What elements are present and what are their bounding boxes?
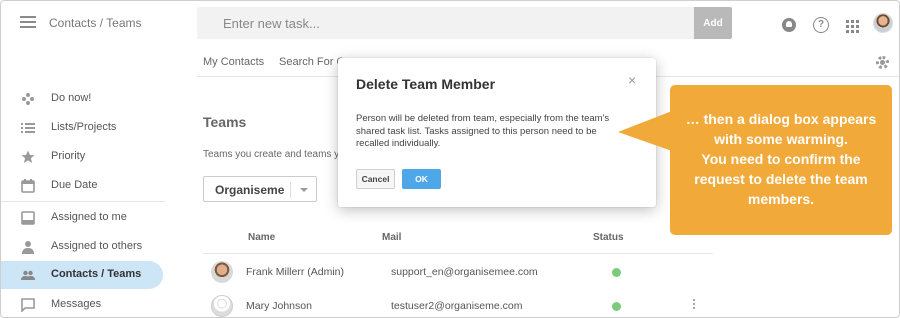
sidebar-item-do-now[interactable]: Do now! [1, 85, 165, 113]
person-icon [22, 241, 34, 254]
menu-icon[interactable] [20, 16, 36, 28]
teams-description: Teams you create and teams y [203, 149, 340, 160]
sidebar-item-label: Lists/Projects [51, 121, 117, 133]
member-avatar [211, 295, 233, 317]
member-name: Mary Johnson [246, 300, 312, 312]
callout-line: with some warming. [714, 131, 848, 147]
select-separator [290, 182, 291, 198]
help-icon[interactable]: ? [813, 17, 829, 33]
dialog-message: Person will be deleted from team, especi… [356, 113, 646, 151]
column-header-name[interactable]: Name [248, 232, 275, 243]
new-task-input[interactable] [197, 7, 694, 39]
sidebar-item-label: Messages [51, 298, 102, 310]
cancel-button[interactable]: Cancel [356, 169, 395, 189]
status-indicator [612, 302, 621, 311]
sidebar-item-assigned-to-me[interactable]: Assigned to me [1, 204, 165, 232]
add-task-button[interactable]: Add [694, 7, 732, 39]
user-avatar[interactable] [873, 13, 893, 33]
app-window: Contacts / Teams Add ? My Contacts Searc… [0, 0, 900, 318]
calendar-icon [21, 179, 35, 193]
callout-line: … then a dialog box appears [685, 111, 877, 127]
sidebar-item-label: Assigned to others [51, 240, 143, 252]
ok-button[interactable]: OK [402, 169, 441, 189]
more-options-icon[interactable] [693, 299, 696, 311]
callout-line: members. [747, 191, 815, 207]
sidebar-item-priority[interactable]: Priority [1, 143, 165, 171]
close-icon[interactable]: × [628, 72, 636, 88]
member-mail: support_en@organisemee.com [391, 266, 538, 278]
sidebar-item-due-date[interactable]: Due Date [1, 172, 165, 200]
people-icon [21, 270, 35, 280]
sidebar-item-label: Do now! [51, 92, 92, 104]
gamepad-icon [22, 93, 34, 105]
sidebar-item-label: Assigned to me [51, 211, 127, 223]
delete-team-member-dialog: Delete Team Member × Person will be dele… [338, 58, 656, 207]
star-icon [21, 150, 35, 163]
member-avatar [211, 261, 233, 283]
teams-heading: Teams [203, 114, 247, 130]
sidebar-item-assigned-to-others[interactable]: Assigned to others [1, 233, 165, 261]
column-header-mail[interactable]: Mail [382, 232, 401, 243]
table-row[interactable]: Frank Millerr (Admin) support_en@organis… [203, 258, 713, 286]
sidebar-item-lists-projects[interactable]: Lists/Projects [1, 114, 165, 142]
apps-grid-icon[interactable] [846, 20, 859, 33]
column-header-status[interactable]: Status [593, 232, 624, 243]
top-bar: Contacts / Teams Add ? [1, 1, 899, 45]
tab-my-contacts[interactable]: My Contacts [203, 56, 264, 68]
member-mail: testuser2@organiseme.com [391, 300, 523, 312]
page-title: Contacts / Teams [49, 16, 142, 30]
status-indicator [612, 268, 621, 277]
sidebar-item-label: Priority [51, 150, 86, 162]
dialog-message-line: recalled individually. [356, 138, 441, 149]
team-select-value: Organiseme [215, 183, 285, 197]
sidebar-item-contacts-teams[interactable]: Contacts / Teams [1, 261, 163, 289]
member-name: Frank Millerr (Admin) [246, 266, 345, 278]
sidebar-item-messages[interactable]: Messages [1, 291, 165, 317]
team-select[interactable]: Organiseme [203, 176, 317, 202]
sidebar-item-label: Due Date [51, 179, 98, 191]
callout-line: You need to confirm the [701, 151, 861, 167]
annotation-callout: … then a dialog box appears with some wa… [670, 85, 892, 235]
sidebar-divider [1, 201, 165, 202]
settings-gear-icon[interactable] [876, 56, 889, 69]
chat-icon [21, 298, 35, 312]
tab-search-for-contacts[interactable]: Search For C [279, 56, 344, 68]
dialog-title: Delete Team Member [356, 76, 496, 92]
table-row[interactable]: Mary Johnson testuser2@organiseme.com [203, 292, 713, 317]
dialog-message-line: shared task list. Tasks assigned to this… [356, 125, 597, 137]
list-icon [21, 123, 35, 133]
dialog-message-line: Person will be deleted from team, especi… [356, 113, 610, 124]
notification-bell-icon[interactable] [782, 18, 796, 32]
inbox-icon [21, 211, 35, 225]
sidebar-item-label: Contacts / Teams [51, 268, 142, 280]
chevron-down-icon [300, 188, 308, 192]
table-divider [203, 253, 713, 254]
callout-line: request to delete the team [694, 171, 868, 187]
